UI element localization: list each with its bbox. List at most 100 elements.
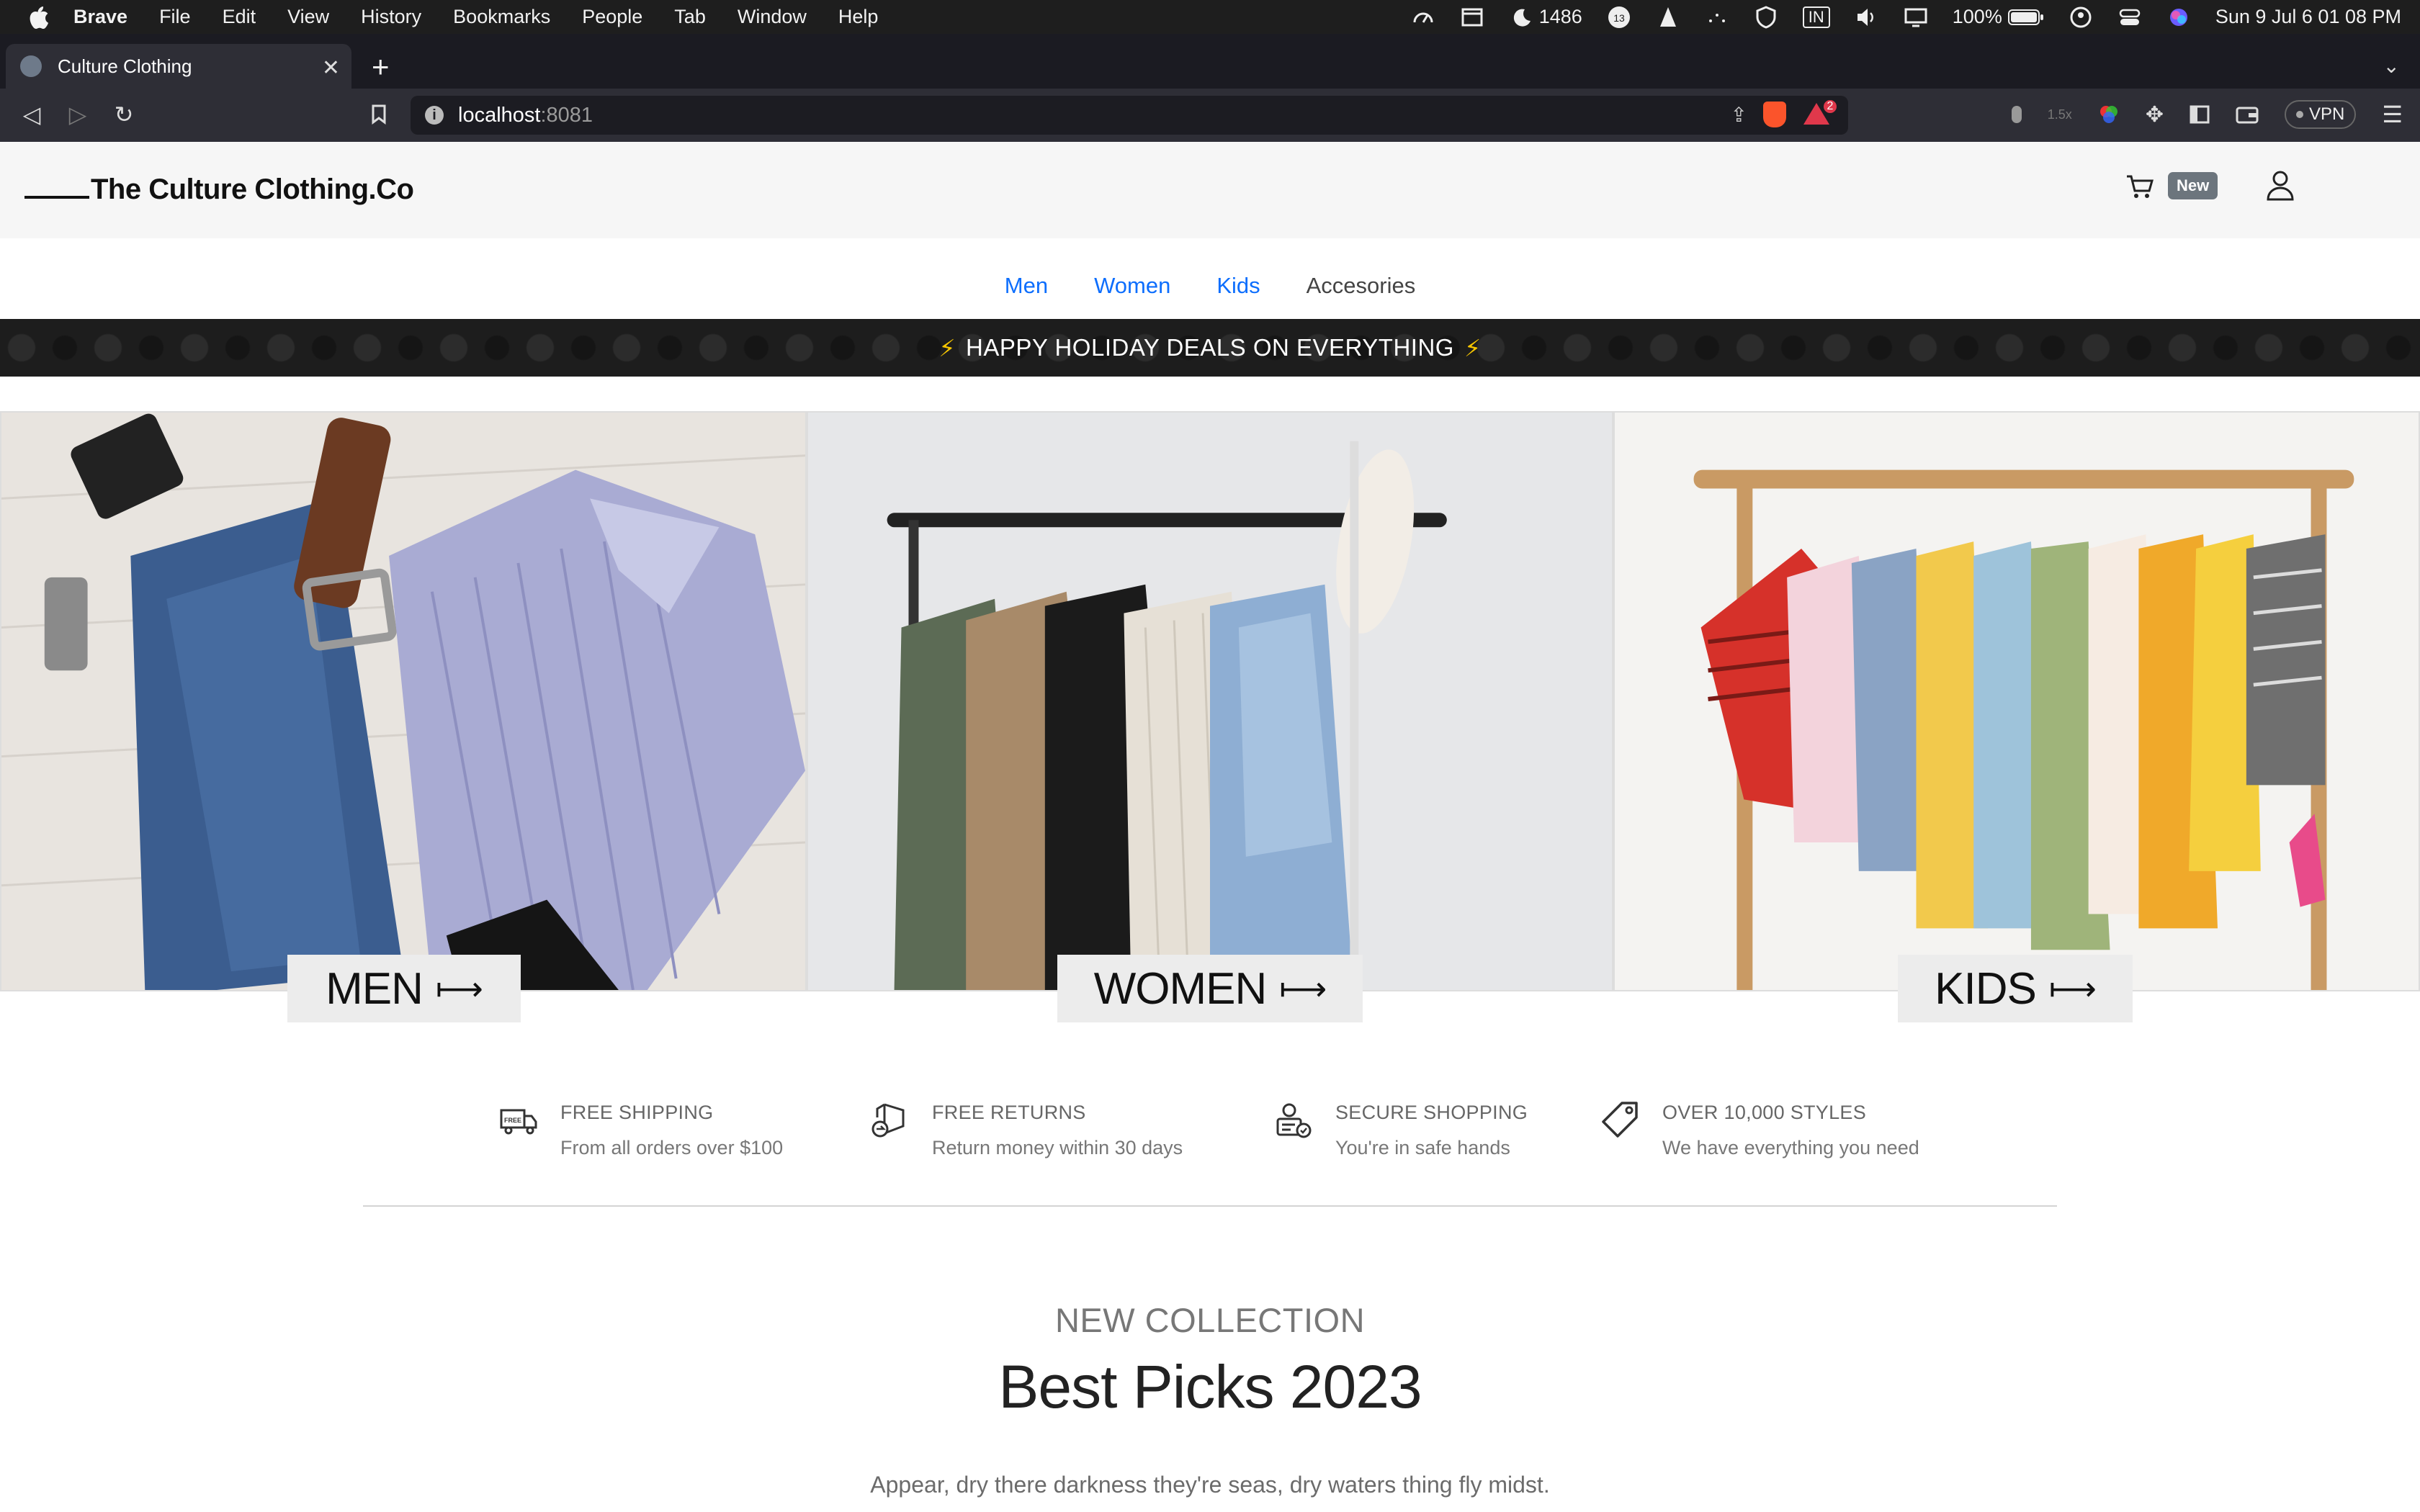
lightning-bolt-icon: ⚡ <box>1464 334 1482 361</box>
globe-favicon-icon <box>20 55 42 77</box>
menu-help[interactable]: Help <box>838 6 879 28</box>
women-clothing-rack-photo <box>808 413 1612 990</box>
control-center-icon[interactable] <box>2118 5 2142 30</box>
secure-user-icon <box>1276 1103 1312 1138</box>
color-wheel-extension-icon[interactable] <box>2098 104 2120 125</box>
cloud-badge[interactable]: 13 <box>1607 5 1631 30</box>
site-logo[interactable]: The Culture Clothing.Co <box>24 174 414 206</box>
svg-text:13: 13 <box>1613 12 1625 24</box>
extension-mic-icon[interactable] <box>2011 106 2022 123</box>
browser-tab-strip: Culture Clothing ✕ + ⌄ <box>0 34 2420 89</box>
menu-app-name[interactable]: Brave <box>73 6 127 28</box>
shop-kids-button[interactable]: KIDS ⟼ <box>1898 955 2133 1022</box>
bookmark-icon[interactable] <box>364 99 393 130</box>
account-circle-icon[interactable] <box>2069 5 2093 30</box>
collection-heading: Best Picks 2023 <box>998 1353 1422 1421</box>
tab-close-icon[interactable]: ✕ <box>322 55 340 81</box>
feature-title: OVER 10,000 STYLES <box>1662 1102 1867 1123</box>
nav-link-kids[interactable]: Kids <box>1216 273 1260 299</box>
user-account-icon[interactable] <box>2264 169 2296 202</box>
hero-card-men[interactable] <box>0 411 807 991</box>
svg-text:FREE: FREE <box>504 1117 521 1124</box>
menu-history[interactable]: History <box>361 6 421 28</box>
speedometer-icon[interactable] <box>1411 5 1435 30</box>
feature-subtitle: We have everything you need <box>1662 1137 1919 1158</box>
reload-icon[interactable]: ↻ <box>109 99 138 130</box>
volume-icon[interactable] <box>1855 5 1879 30</box>
menu-hamburger-icon[interactable]: ☰ <box>2382 101 2403 128</box>
feature-title: FREE RETURNS <box>932 1102 1086 1123</box>
moon-count: 1486 <box>1538 6 1582 27</box>
sidebar-toggle-icon[interactable] <box>2190 105 2210 124</box>
features-strip: FREE FREE SHIPPING From all orders over … <box>0 1102 2420 1181</box>
menu-tab[interactable]: Tab <box>674 6 706 28</box>
return-box-icon <box>871 1103 905 1138</box>
logo-underline-dash <box>24 196 89 199</box>
tab-title: Culture Clothing <box>58 55 192 77</box>
menu-view[interactable]: View <box>287 6 329 28</box>
share-icon[interactable]: ⇪ <box>1731 103 1747 127</box>
vpn-label: VPN <box>2308 104 2345 124</box>
menu-bookmarks[interactable]: Bookmarks <box>453 6 550 28</box>
moon-icon <box>1513 9 1531 27</box>
site-logo-text: The Culture Clothing.Co <box>91 174 414 205</box>
new-tab-plus-icon[interactable]: + <box>372 52 390 82</box>
toolbar-extensions: 1.5x ✥ VPN ☰ <box>2011 99 2403 130</box>
macos-menu-bar: Brave File Edit View History Bookmarks P… <box>0 0 2420 34</box>
back-arrow-icon[interactable]: ◁ <box>17 99 46 130</box>
site-info-icon[interactable]: i <box>425 106 444 125</box>
section-divider <box>363 1205 2057 1207</box>
puzzle-extensions-icon[interactable]: ✥ <box>2146 102 2164 127</box>
window-icon[interactable] <box>1460 5 1484 30</box>
zoom-level[interactable]: 1.5x <box>2048 107 2072 122</box>
feature-free-returns: FREE RETURNS Return money within 30 days <box>870 1102 1183 1159</box>
siri-icon[interactable] <box>2166 5 2191 30</box>
clock[interactable]: Sun 9 Jul 6 01 08 PM <box>2215 6 2401 28</box>
shopping-cart-icon[interactable] <box>2125 171 2156 202</box>
hero-card-kids[interactable] <box>1613 411 2420 991</box>
hero-card-women[interactable] <box>807 411 1613 991</box>
promo-banner: ⚡ HAPPY HOLIDAY DEALS ON EVERYTHING ⚡ <box>0 319 2420 377</box>
battery-status[interactable]: 100% <box>1953 6 2044 28</box>
feature-subtitle: Return money within 30 days <box>932 1137 1183 1158</box>
dots-icon[interactable] <box>1705 5 1729 30</box>
feature-secure-shopping: SECURE SHOPPING You're in safe hands <box>1273 1102 1528 1159</box>
menu-people[interactable]: People <box>582 6 642 28</box>
menu-file[interactable]: File <box>159 6 191 28</box>
nav-link-women[interactable]: Women <box>1094 273 1170 299</box>
long-arrow-right-icon: ⟼ <box>435 970 483 1007</box>
moon-counter[interactable]: 1486 <box>1509 5 1582 30</box>
shield-icon[interactable] <box>1754 5 1778 30</box>
wallet-icon[interactable] <box>2236 105 2259 124</box>
url-host: localhost <box>458 103 541 127</box>
menu-edit[interactable]: Edit <box>223 6 256 28</box>
tab-list-chevron-down-icon[interactable]: ⌄ <box>2383 54 2400 78</box>
feature-subtitle: From all orders over $100 <box>560 1137 784 1158</box>
shop-women-label: WOMEN <box>1093 963 1268 1014</box>
shop-men-label: MEN <box>326 963 424 1014</box>
feature-over-10000-styles: OVER 10,000 STYLES We have everything yo… <box>1600 1102 1919 1159</box>
battery-percent: 100% <box>1952 6 2002 27</box>
vpn-button[interactable]: VPN <box>2284 100 2357 129</box>
battery-icon <box>2007 9 2043 25</box>
vlc-cone-icon[interactable] <box>1656 5 1680 30</box>
cart-new-badge: New <box>2168 172 2218 199</box>
shop-men-button[interactable]: MEN ⟼ <box>287 955 521 1022</box>
feature-subtitle: You're in safe hands <box>1335 1137 1510 1158</box>
nav-link-men[interactable]: Men <box>1005 273 1048 299</box>
input-source[interactable]: IN <box>1802 6 1830 28</box>
forward-arrow-icon[interactable]: ▷ <box>63 99 92 130</box>
free-shipping-truck-icon: FREE <box>500 1109 537 1135</box>
shop-women-button[interactable]: WOMEN ⟼ <box>1057 955 1363 1022</box>
nav-link-accessories[interactable]: Accesories <box>1307 273 1416 299</box>
browser-tab[interactable]: Culture Clothing ✕ <box>6 44 351 89</box>
menu-window[interactable]: Window <box>738 6 807 28</box>
address-bar[interactable]: i localhost:8081 ⇪ 2 <box>411 96 1848 135</box>
apple-menu-icon[interactable] <box>27 6 49 29</box>
display-icon[interactable] <box>1904 5 1928 30</box>
vpn-status-dot <box>2295 111 2303 118</box>
brave-shields-icon[interactable] <box>1763 102 1786 127</box>
collection-eyebrow: NEW COLLECTION <box>1054 1301 1366 1339</box>
site-header: The Culture Clothing.Co New <box>0 142 2420 238</box>
feature-title: SECURE SHOPPING <box>1335 1102 1528 1123</box>
